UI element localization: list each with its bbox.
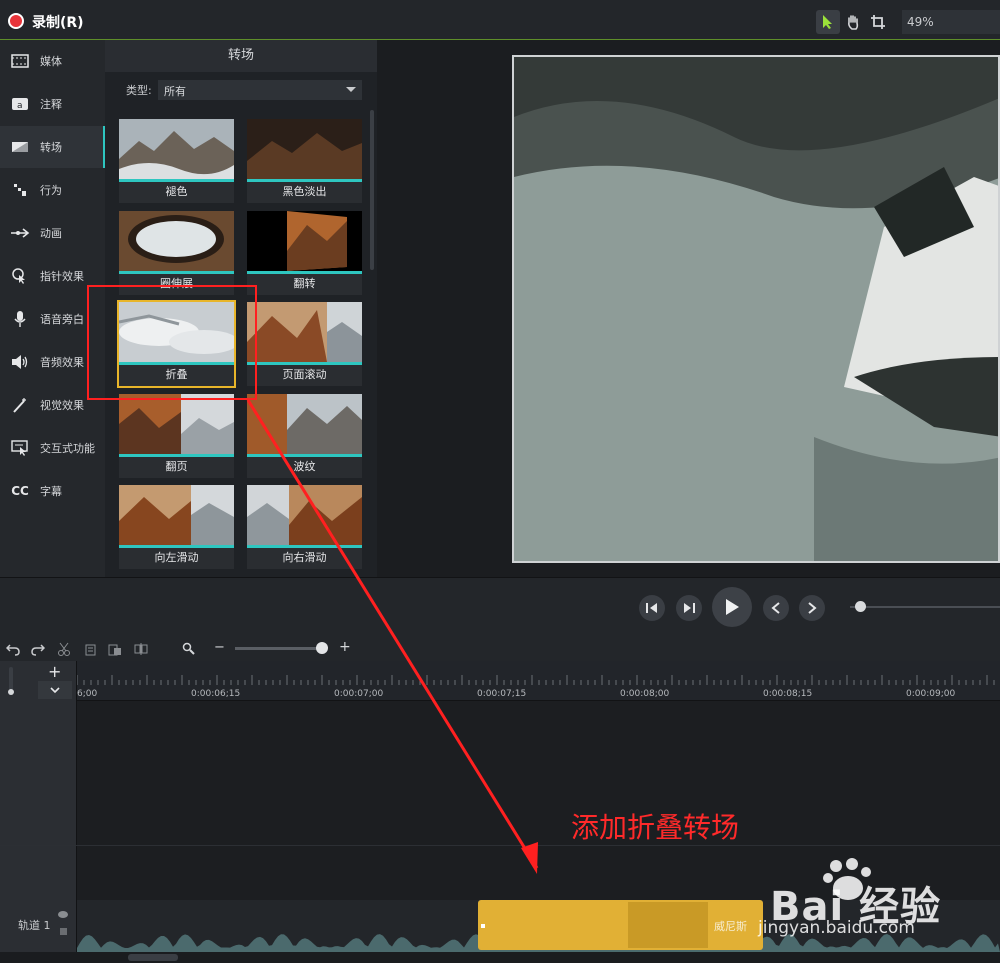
chevron-down-icon[interactable] bbox=[38, 681, 72, 699]
transition-icon bbox=[10, 139, 30, 155]
copy-icon[interactable] bbox=[83, 641, 97, 660]
ruler-tick-label: 6;00 bbox=[77, 689, 98, 699]
clip-handle[interactable] bbox=[481, 924, 485, 928]
sidebar-item-behaviors[interactable]: 行为 bbox=[0, 169, 105, 211]
eye-icon[interactable] bbox=[58, 911, 68, 918]
transition-tile-page-roll[interactable]: 页面滚动 bbox=[247, 302, 362, 386]
play-icon[interactable] bbox=[712, 587, 752, 627]
step-back-icon[interactable] bbox=[639, 595, 665, 621]
sidebar-item-animations[interactable]: 动画 bbox=[0, 212, 105, 254]
zoom-slider-handle[interactable] bbox=[316, 642, 328, 654]
clip-name: 威尼斯 bbox=[714, 920, 747, 933]
zoom-level-field[interactable]: 49% bbox=[902, 10, 1000, 34]
record-button[interactable]: 录制(R) bbox=[32, 12, 84, 32]
previous-marker-icon[interactable] bbox=[763, 595, 789, 621]
zoom-in-icon[interactable]: + bbox=[339, 639, 351, 655]
animation-arrow-icon bbox=[10, 225, 30, 241]
sidebar-item-annotations[interactable]: a 注释 bbox=[0, 83, 105, 125]
add-track-icon[interactable]: + bbox=[48, 662, 61, 681]
ruler-tick-label: 0:00:08;15 bbox=[763, 689, 813, 699]
transition-overlay[interactable] bbox=[628, 902, 708, 948]
mountain-thumbnail bbox=[247, 119, 362, 179]
mountain-thumbnail bbox=[119, 119, 234, 179]
transition-tile-page-turn[interactable]: 翻页 bbox=[119, 394, 234, 478]
select-pointer-icon[interactable] bbox=[816, 10, 840, 34]
transition-tile-flip[interactable]: 翻转 bbox=[247, 211, 362, 295]
scrubber-handle[interactable] bbox=[855, 601, 866, 612]
playback-scrubber[interactable] bbox=[850, 606, 1000, 608]
transition-tile-slide-right[interactable]: 向右滑动 bbox=[247, 485, 362, 569]
timeline-zoom-slider[interactable] bbox=[235, 647, 323, 650]
highlight-box bbox=[87, 285, 257, 400]
crop-icon[interactable] bbox=[866, 10, 890, 34]
ruler-tick-label: 0:00:06;15 bbox=[191, 689, 241, 699]
step-forward-icon[interactable] bbox=[676, 595, 702, 621]
microphone-icon bbox=[10, 311, 30, 327]
lock-icon[interactable] bbox=[60, 928, 67, 935]
film-strip-icon bbox=[10, 53, 30, 69]
behavior-icon bbox=[10, 182, 30, 198]
timeline-ruler[interactable]: 6;00 0:00:06;15 0:00:07;00 0:00:07;15 0:… bbox=[77, 661, 1000, 701]
transition-tile-circle-stretch[interactable]: 圈伸展 bbox=[119, 211, 234, 295]
track-divider bbox=[0, 845, 1000, 846]
magic-wand-icon bbox=[10, 397, 30, 413]
mountain-thumbnail bbox=[119, 211, 234, 271]
mountain-thumbnail bbox=[247, 211, 362, 271]
next-marker-icon[interactable] bbox=[799, 595, 825, 621]
annotation-icon: a bbox=[10, 96, 30, 112]
sidebar-item-transitions[interactable]: 转场 bbox=[0, 126, 105, 168]
watermark-url: jingyan.baidu.com bbox=[758, 918, 915, 938]
scrollbar-thumb[interactable] bbox=[128, 954, 178, 961]
mountain-thumbnail bbox=[119, 394, 234, 454]
record-icon[interactable] bbox=[8, 13, 24, 29]
split-icon[interactable] bbox=[134, 641, 148, 660]
mountain-thumbnail bbox=[247, 302, 362, 362]
library-title: 转场 bbox=[105, 40, 377, 72]
speaker-icon bbox=[10, 354, 30, 370]
transition-tile-fade-to-black[interactable]: 黑色淡出 bbox=[247, 119, 362, 203]
type-filter-label: 类型: bbox=[126, 84, 152, 97]
mountain-thumbnail bbox=[247, 394, 362, 454]
ruler-tick-label: 0:00:07;15 bbox=[477, 689, 527, 699]
zoom-out-icon[interactable]: − bbox=[214, 640, 225, 655]
video-preview[interactable] bbox=[512, 55, 1000, 563]
type-filter-select[interactable]: 所有 bbox=[158, 80, 362, 100]
annotation-text: 添加折叠转场 bbox=[571, 811, 740, 844]
transition-tile-fade[interactable]: 褪色 bbox=[119, 119, 234, 203]
timeline-toolbar bbox=[0, 637, 1000, 661]
ruler-tick-label: 0:00:09;00 bbox=[906, 689, 956, 699]
sidebar-item-captions[interactable]: CC 字幕 bbox=[0, 470, 105, 512]
undo-icon[interactable] bbox=[5, 641, 20, 660]
pan-hand-icon[interactable] bbox=[841, 10, 865, 34]
paste-icon[interactable] bbox=[108, 641, 122, 660]
cut-icon[interactable] bbox=[57, 641, 71, 660]
ruler-tick-label: 0:00:07;00 bbox=[334, 689, 384, 699]
chevron-down-icon[interactable] bbox=[346, 87, 356, 92]
svg-text:a: a bbox=[17, 101, 23, 111]
ruler-tick-label: 0:00:08;00 bbox=[620, 689, 670, 699]
track-height-handle[interactable] bbox=[8, 689, 14, 695]
sidebar-item-interactivity[interactable]: 交互式功能 bbox=[0, 427, 105, 469]
redo-icon[interactable] bbox=[31, 641, 46, 660]
library-scrollbar[interactable] bbox=[370, 110, 374, 270]
transition-tile-slide-left[interactable]: 向左滑动 bbox=[119, 485, 234, 569]
search-icon bbox=[182, 641, 196, 660]
mountain-thumbnail bbox=[119, 485, 234, 545]
transition-tile-ripple[interactable]: 波纹 bbox=[247, 394, 362, 478]
track-1-label: 轨道 1 bbox=[18, 919, 51, 932]
cursor-effect-icon bbox=[10, 268, 30, 284]
mountain-thumbnail bbox=[247, 485, 362, 545]
sidebar-item-media[interactable]: 媒体 bbox=[0, 40, 105, 82]
cc-icon: CC bbox=[11, 484, 29, 498]
interactive-icon bbox=[10, 440, 30, 456]
